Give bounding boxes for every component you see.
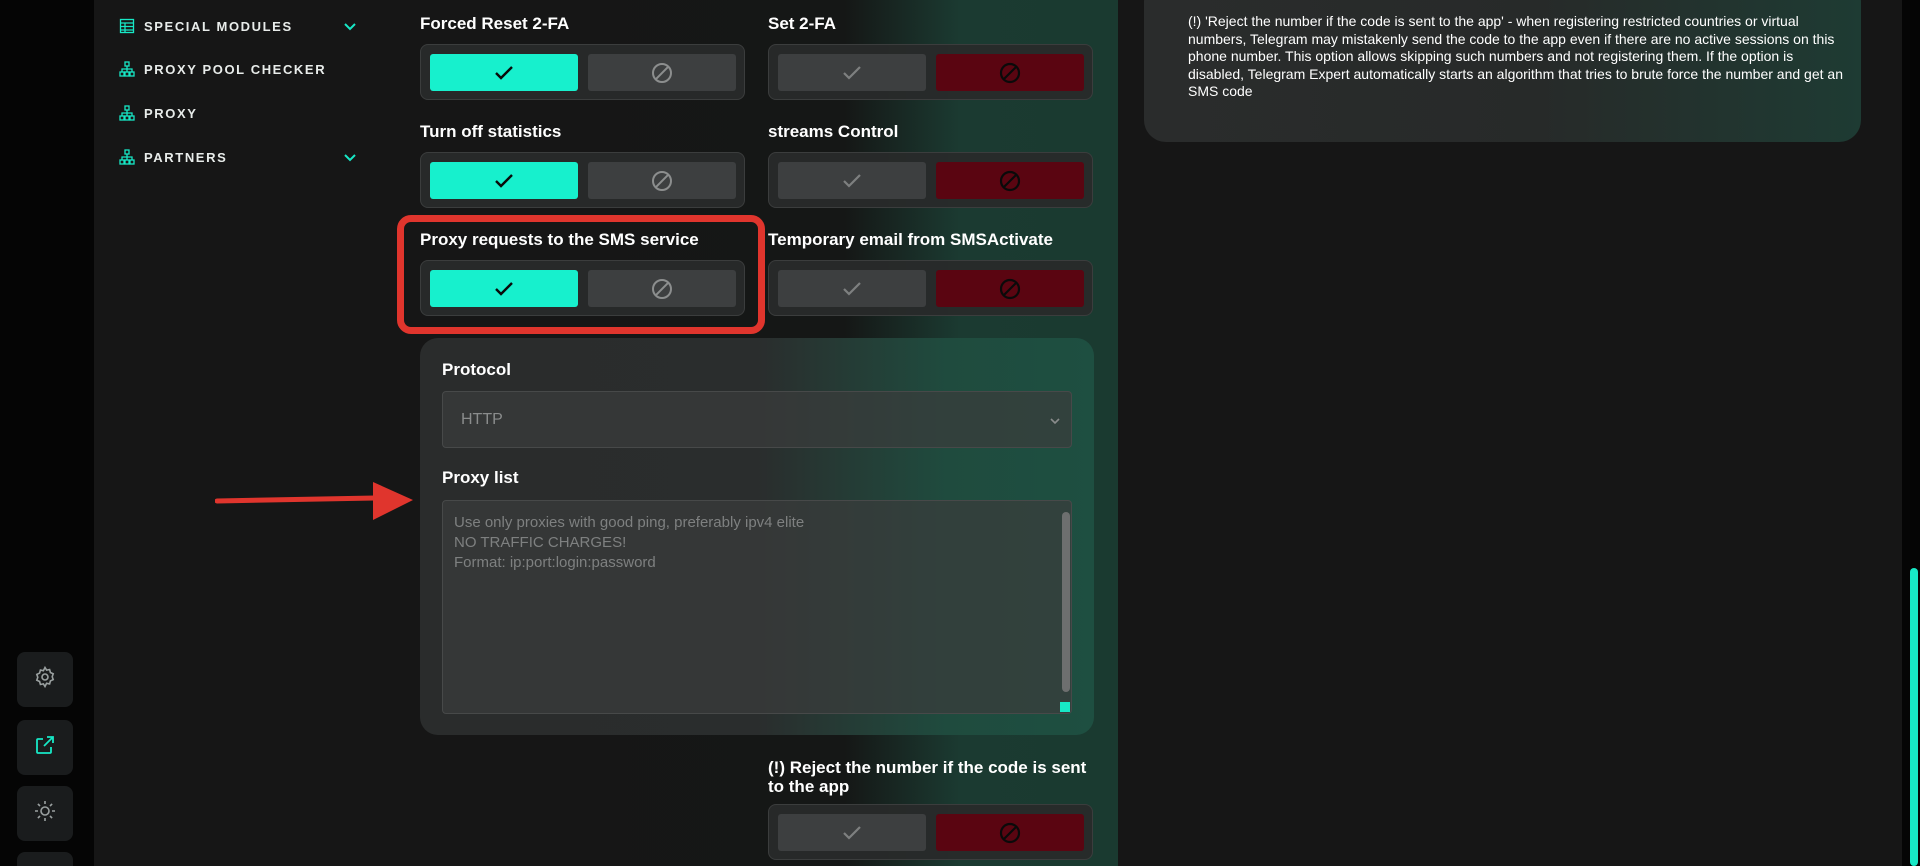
ban-icon [652,62,672,83]
highlight-box [397,215,765,334]
rail-button-more[interactable] [17,852,73,866]
yes-option[interactable] [430,162,578,199]
sidebar-item-label: SPECIAL MODULES [144,18,293,34]
left-rail [0,0,94,866]
yes-option[interactable] [778,814,926,851]
sidebar-item-label: PROXY POOL CHECKER [144,61,327,77]
check-icon [495,65,513,80]
yes-option[interactable] [778,270,926,307]
check-icon [495,173,513,188]
sidebar: SPECIAL MODULES PROXY POOL CHECKER PROXY… [94,0,398,866]
proxy-settings-panel: Protocol HTTP Proxy list Use only proxie… [420,338,1094,735]
check-icon [843,65,861,80]
no-option[interactable] [936,162,1084,199]
check-icon [843,825,861,840]
page-scroll-thumb[interactable] [1910,568,1918,866]
forced-reset-2fa-toggle [420,44,745,100]
no-option[interactable] [588,162,736,199]
set-2fa-label: Set 2-FA [768,14,837,33]
sidebar-item-proxy-pool-checker[interactable]: PROXY POOL CHECKER [118,58,358,80]
sun-icon [33,799,57,828]
sidebar-item-proxy[interactable]: PROXY [118,102,358,124]
protocol-select[interactable]: HTTP [442,391,1072,448]
turn-off-statistics-toggle [420,152,745,208]
gear-icon [33,665,57,694]
ban-icon [999,62,1021,83]
streams-control-toggle [768,152,1093,208]
info-panel: (!) 'Reject the number if the code is se… [1118,0,1902,866]
chevron-down-icon[interactable] [342,149,358,165]
network-icon [118,105,135,122]
no-option[interactable] [588,54,736,91]
settings-button[interactable] [17,652,73,707]
chevron-down-icon [1049,414,1061,426]
table-icon [118,18,135,35]
temporary-email-label: Temporary email from SMSActivate [768,230,1053,249]
network-icon [118,149,135,166]
ban-icon [999,278,1021,299]
no-option[interactable] [936,814,1084,851]
sidebar-item-label: PROXY [144,105,198,121]
check-icon [843,281,861,296]
sidebar-item-special-modules[interactable]: SPECIAL MODULES [118,15,358,37]
resize-handle[interactable] [1060,702,1070,712]
streams-control-label: streams Control [768,122,899,141]
yes-option[interactable] [430,54,578,91]
sidebar-item-partners[interactable]: PARTNERS [118,146,358,168]
no-option[interactable] [936,54,1084,91]
ban-icon [999,822,1021,843]
chevron-down-icon[interactable] [342,18,358,34]
set-2fa-toggle [768,44,1093,100]
no-option[interactable] [936,270,1084,307]
external-link-button[interactable] [17,720,73,775]
proxy-list-placeholder: Use only proxies with good ping, prefera… [454,514,805,571]
temporary-email-toggle [768,260,1093,316]
ban-icon [652,170,672,191]
forced-reset-2fa-label: Forced Reset 2-FA [420,14,570,33]
yes-option[interactable] [778,162,926,199]
theme-toggle-button[interactable] [17,786,73,841]
arrow-annotation [215,482,413,520]
ban-icon [999,170,1021,191]
info-text: (!) 'Reject the number if the code is se… [1188,13,1843,100]
protocol-label: Protocol [442,360,511,379]
check-icon [843,173,861,188]
info-card: (!) 'Reject the number if the code is se… [1144,0,1861,142]
yes-option[interactable] [778,54,926,91]
external-link-icon [33,733,57,762]
app-root: SPECIAL MODULES PROXY POOL CHECKER PROXY… [0,0,1920,866]
network-icon [118,61,135,78]
proxy-list-textarea[interactable]: Use only proxies with good ping, prefera… [442,500,1072,714]
sidebar-item-label: PARTNERS [144,149,228,165]
turn-off-statistics-label: Turn off statistics [420,122,562,141]
reject-number-toggle [768,804,1093,860]
textarea-scrollbar[interactable] [1062,512,1070,692]
protocol-value: HTTP [461,411,503,428]
proxy-list-label: Proxy list [442,468,519,487]
reject-number-label: (!) Reject the number if the code is sen… [768,758,1087,796]
